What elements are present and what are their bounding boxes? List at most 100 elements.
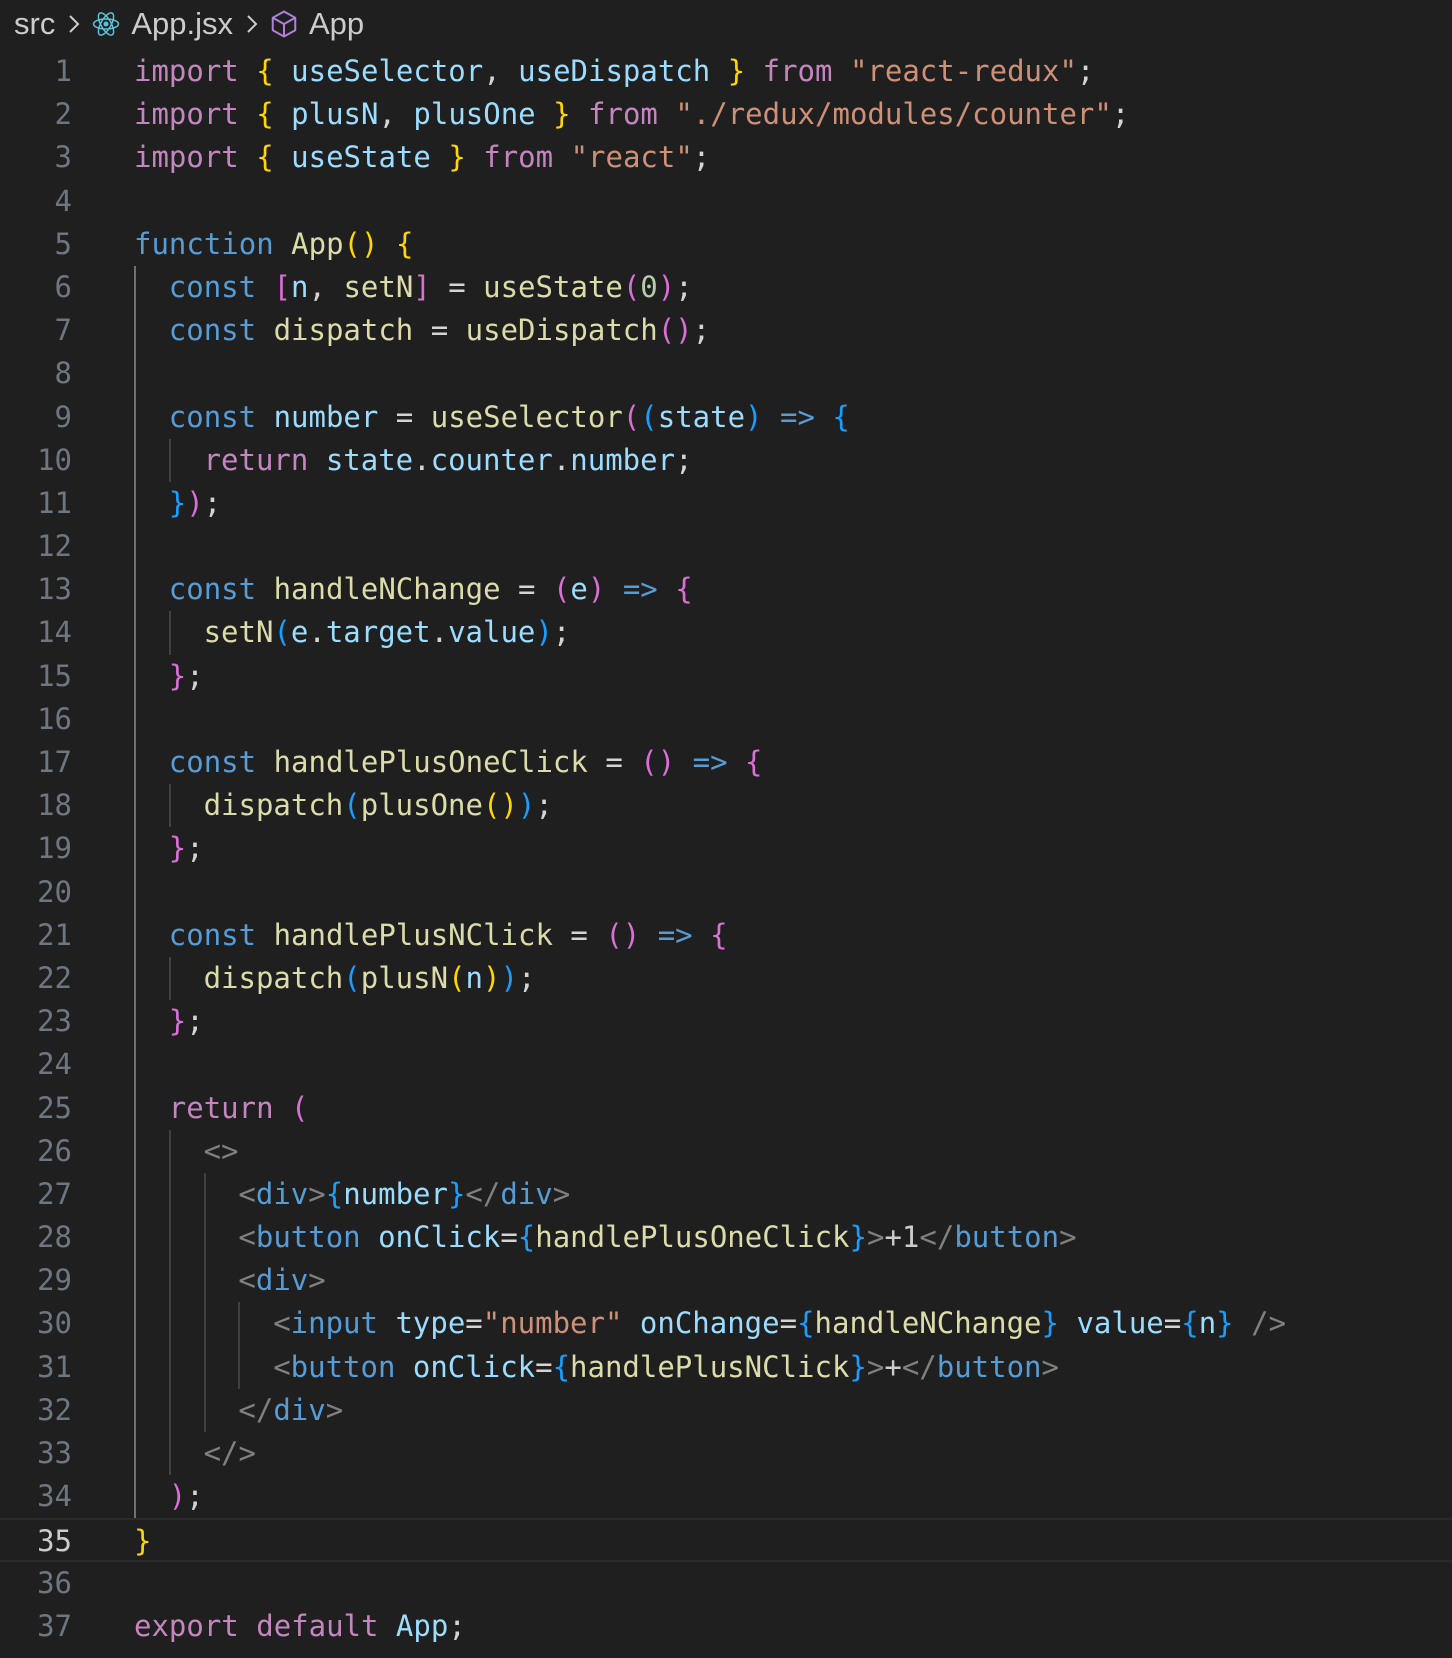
code-line[interactable]: 5 function App() {: [0, 223, 1452, 266]
code-line[interactable]: 1 import { useSelector, useDispatch } fro…: [0, 50, 1452, 93]
code-token: e: [290, 615, 309, 650]
code-token: state: [325, 442, 414, 477]
code-line[interactable]: 22 dispatch(plusN(n));: [0, 956, 1452, 1001]
indent-guide: [168, 1345, 171, 1389]
code-line[interactable]: 32 </div>: [0, 1388, 1452, 1432]
code-token: number: [570, 442, 676, 477]
code-line[interactable]: 24: [0, 1043, 1452, 1087]
code-token: }: [447, 1176, 466, 1211]
code-token: plusN: [291, 97, 379, 132]
code-line[interactable]: 28 <button onClick={handlePlusOneClick}>+…: [0, 1216, 1452, 1260]
breadcrumb: src App.jsx App: [14, 0, 364, 48]
code-line[interactable]: 8: [0, 352, 1452, 396]
code-line[interactable]: 36: [0, 1562, 1452, 1605]
code-token: function: [134, 226, 274, 261]
code-text: };: [169, 1000, 204, 1043]
code-line[interactable]: 37 export default App;: [0, 1605, 1452, 1648]
code-token: (): [657, 313, 693, 348]
code-line[interactable]: 4: [0, 180, 1452, 223]
code-line[interactable]: 11});: [0, 481, 1452, 526]
code-token: default: [256, 1608, 379, 1643]
code-token: number: [273, 399, 379, 434]
breadcrumb-item-file[interactable]: App.jsx: [91, 6, 233, 42]
code-line[interactable]: 18 dispatch(plusOne());: [0, 784, 1452, 828]
code-token: ;: [186, 831, 204, 866]
code-token: App: [291, 226, 344, 261]
code-text: return (: [169, 1087, 309, 1130]
code-line[interactable]: 34);: [0, 1475, 1452, 1519]
code-line[interactable]: 10 return state.counter.number;: [0, 438, 1452, 482]
code-token: (: [343, 960, 361, 995]
code-editor[interactable]: 1 import { useSelector, useDispatch } fro…: [0, 50, 1452, 1648]
code-token: value: [448, 615, 536, 650]
code-line[interactable]: 31 <button onClick={handlePlusNClick}>+</…: [0, 1345, 1452, 1389]
code-line[interactable]: 21 const handlePlusNClick = () => {: [0, 913, 1452, 957]
code-token: setN: [343, 269, 414, 304]
code-token: onClick: [378, 1220, 501, 1255]
code-token: useSelector: [291, 54, 484, 88]
code-line[interactable]: 13 const handleNChange = (e) => {: [0, 568, 1452, 612]
code-text: setN(e.target.value);: [204, 611, 571, 654]
code-token: "react-redux": [849, 54, 1077, 88]
code-line[interactable]: 16: [0, 697, 1452, 741]
code-text: const handlePlusOneClick = () => {: [169, 741, 763, 784]
code-token: ;: [675, 269, 693, 304]
code-line[interactable]: 15};: [0, 654, 1452, 698]
code-text: });: [169, 482, 221, 525]
code-token: ,: [308, 269, 344, 304]
code-line[interactable]: 14 setN(e.target.value);: [0, 611, 1452, 655]
code-token: =: [378, 399, 431, 434]
chevron-right-icon: [245, 12, 259, 36]
code-line[interactable]: 33 </>: [0, 1432, 1452, 1476]
code-line[interactable]: 7 const dispatch = useDispatch();: [0, 309, 1452, 353]
code-line[interactable]: 3 import { useState } from "react";: [0, 136, 1452, 179]
indent-guide: [134, 1000, 136, 1044]
code-token: }: [553, 97, 571, 132]
code-token: ;: [692, 313, 711, 348]
code-line[interactable]: 26 <>: [0, 1129, 1452, 1173]
code-line[interactable]: 20: [0, 870, 1452, 914]
code-line[interactable]: 19};: [0, 827, 1452, 871]
code-token: handleNChange: [273, 572, 501, 607]
code-line[interactable]: 17 const handlePlusOneClick = () => {: [0, 741, 1452, 785]
code-token: ): [535, 615, 553, 650]
code-line[interactable]: 30 <input type="number" onChange={handleN…: [0, 1302, 1452, 1346]
code-token: ;: [535, 788, 553, 823]
line-number: 17: [37, 745, 72, 779]
code-line[interactable]: 6 const [n, setN] = useState(0);: [0, 265, 1452, 310]
code-token: {: [745, 745, 763, 779]
code-token: ): [186, 485, 204, 520]
code-line[interactable]: 2 import { plusN, plusOne } from "./redux…: [0, 93, 1452, 136]
code-token: =: [413, 313, 466, 348]
code-line[interactable]: 9 const number = useSelector((state) => {: [0, 395, 1452, 439]
code-token: >: [867, 1220, 885, 1255]
code-token: =>: [657, 917, 693, 952]
code-token: }: [727, 54, 746, 88]
code-line[interactable]: 25 return (: [0, 1086, 1452, 1130]
breadcrumb-item-folder[interactable]: src: [14, 6, 55, 42]
code-line[interactable]: 35}: [0, 1518, 1452, 1562]
code-line[interactable]: 12: [0, 525, 1452, 569]
code-token: =: [1163, 1306, 1182, 1341]
code-text: const handlePlusNClick = () => {: [169, 914, 728, 957]
code-token: handleNChange: [814, 1306, 1042, 1341]
code-line[interactable]: 23};: [0, 1000, 1452, 1044]
line-number: 28: [37, 1220, 72, 1255]
breadcrumb-item-symbol[interactable]: App: [269, 6, 364, 42]
code-token: =: [779, 1306, 798, 1341]
code-token: .: [308, 615, 326, 650]
code-token: {: [710, 917, 728, 952]
indent-guide: [203, 1216, 206, 1260]
code-line[interactable]: 29 <div>: [0, 1259, 1452, 1303]
code-token: return: [168, 1090, 274, 1125]
line-number: 21: [37, 917, 72, 952]
code-token: >: [325, 1392, 344, 1427]
code-line[interactable]: 27 <div>{number}</div>: [0, 1172, 1452, 1217]
